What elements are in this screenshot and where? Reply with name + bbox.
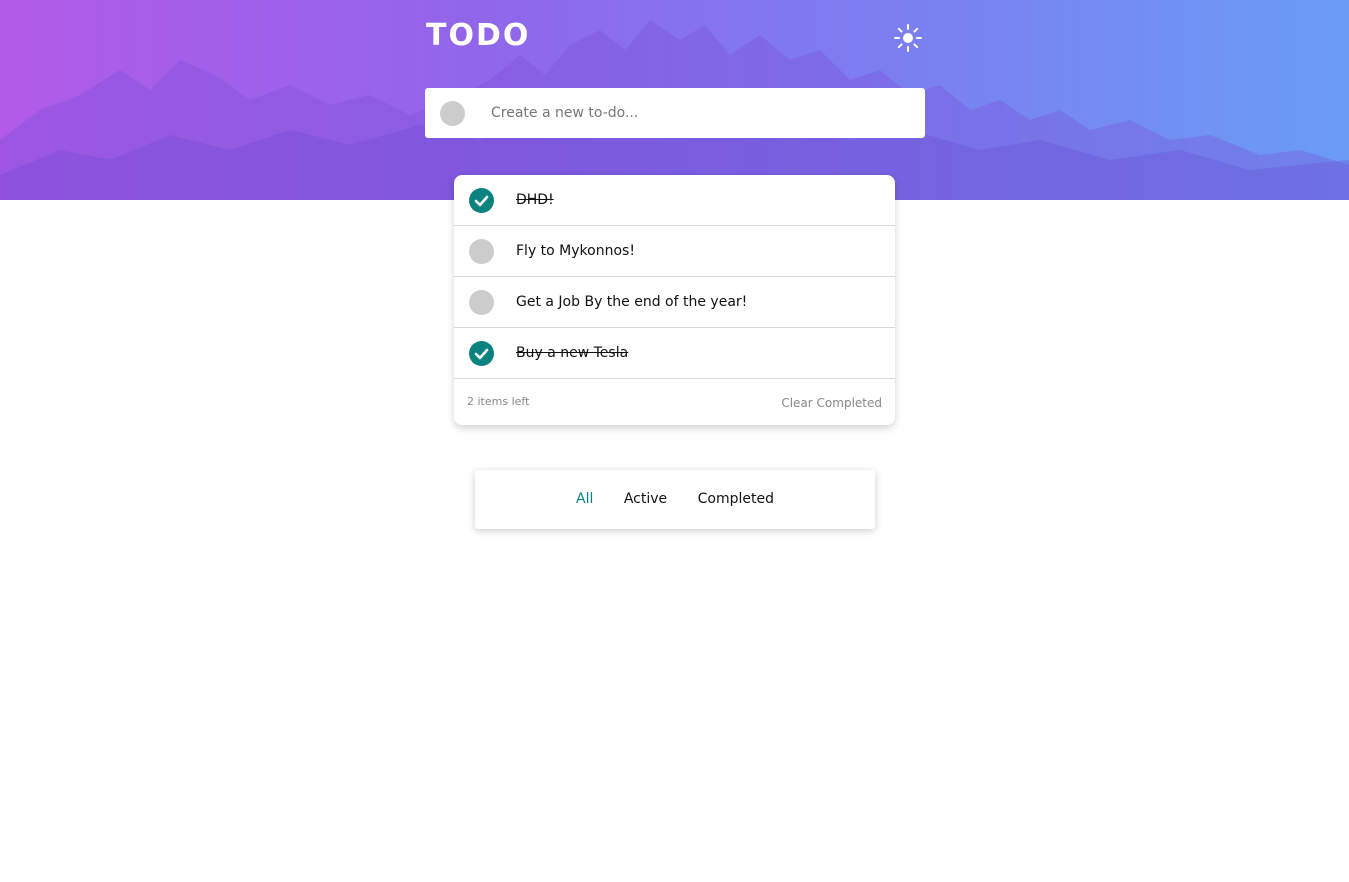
theme-toggle-button[interactable] <box>893 23 923 53</box>
app-title: TODO <box>426 18 531 53</box>
sun-icon <box>894 24 922 52</box>
filter-completed[interactable]: Completed <box>698 470 774 529</box>
todo-item[interactable]: Fly to Mykonnos! <box>454 226 895 277</box>
clear-completed-button[interactable]: Clear Completed <box>781 396 882 410</box>
filter-bar: All Active Completed <box>475 470 875 529</box>
items-left-count: 2 items left <box>467 395 530 408</box>
new-todo-input[interactable] <box>491 88 911 138</box>
todo-item[interactable]: DHD! <box>454 175 895 226</box>
todo-text: Fly to Mykonnos! <box>516 243 635 259</box>
checkmark-icon <box>474 348 489 360</box>
filter-all[interactable]: All <box>576 470 593 529</box>
new-todo-checkbox[interactable] <box>440 101 465 126</box>
todo-text: DHD! <box>516 192 554 208</box>
todo-item[interactable]: Get a Job By the end of the year! <box>454 277 895 328</box>
list-footer: 2 items left Clear Completed <box>454 379 895 425</box>
todo-checkbox[interactable] <box>469 290 494 315</box>
checkmark-icon <box>474 195 489 207</box>
new-todo-bar <box>425 88 925 138</box>
filter-active[interactable]: Active <box>624 470 667 529</box>
todo-item[interactable]: Buy a new Tesla <box>454 328 895 379</box>
todo-list: DHD! Fly to Mykonnos! Get a Job By the e… <box>454 175 895 425</box>
todo-checkbox[interactable] <box>469 341 494 366</box>
todo-checkbox[interactable] <box>469 188 494 213</box>
todo-text: Buy a new Tesla <box>516 345 629 361</box>
todo-checkbox[interactable] <box>469 239 494 264</box>
todo-text: Get a Job By the end of the year! <box>516 294 748 310</box>
